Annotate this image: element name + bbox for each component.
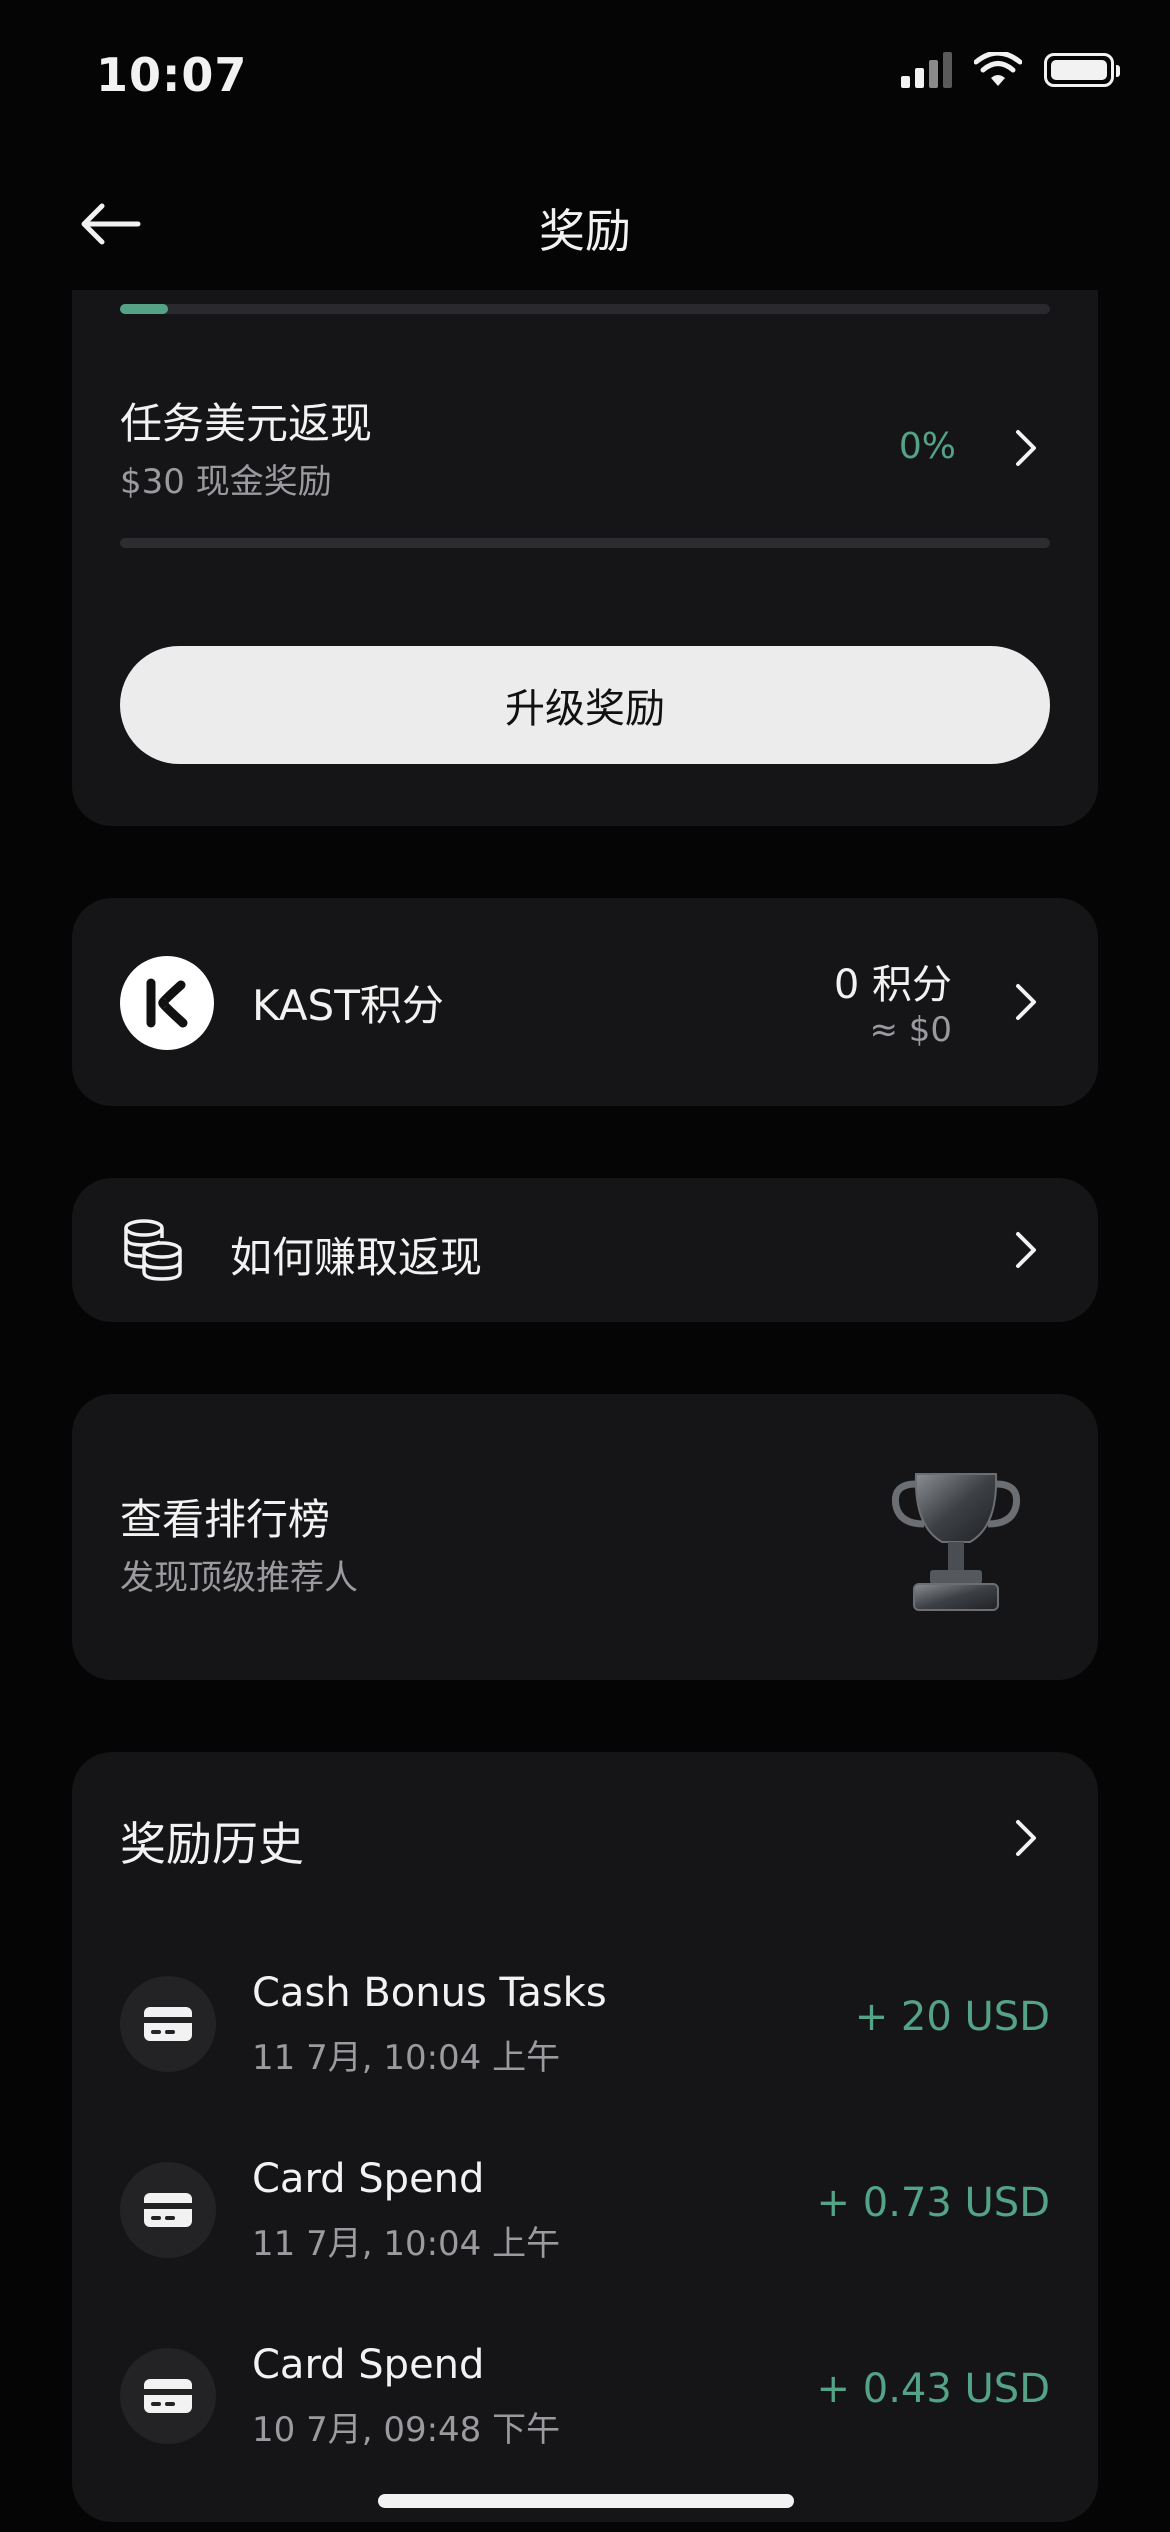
- history-item-date: 11 7月, 10:04 上午: [252, 2224, 561, 2264]
- history-item-date: 11 7月, 10:04 上午: [252, 2038, 561, 2078]
- home-indicator[interactable]: [378, 2494, 794, 2508]
- history-item-amount: + 0.73 USD: [816, 2180, 1050, 2226]
- task-percent: 0%: [898, 426, 956, 467]
- history-row[interactable]: Card Spend 11 7月, 10:04 上午 + 0.73 USD: [120, 2138, 1050, 2288]
- leaderboard-title: 查看排行榜: [120, 1495, 331, 1544]
- chevron-right-icon: [1006, 1818, 1046, 1858]
- page-title: 奖励: [539, 204, 631, 258]
- history-item-amount: + 0.43 USD: [816, 2366, 1050, 2412]
- task-progress-bar: [120, 538, 1050, 548]
- task-card: 任务美元返现 $30 现金奖励 0% 升级奖励: [72, 290, 1098, 826]
- how-to-earn-label: 如何赚取返现: [230, 1233, 483, 1282]
- history-item-title: Cash Bonus Tasks: [252, 1970, 607, 2016]
- upgrade-rewards-button[interactable]: 升级奖励: [120, 646, 1050, 764]
- how-to-earn-card[interactable]: 如何赚取返现: [72, 1178, 1098, 1322]
- trophy-icon: [891, 1473, 1021, 1611]
- task-subtitle: $30 现金奖励: [120, 462, 332, 502]
- history-item-date: 10 7月, 09:48 下午: [252, 2410, 561, 2450]
- battery-icon: [1044, 53, 1120, 87]
- history-item-amount: + 20 USD: [854, 1994, 1050, 2040]
- chevron-right-icon: [1006, 428, 1046, 468]
- wifi-icon: [974, 52, 1022, 86]
- rewards-screen: 10:07 奖励 任务美元返现 $30 现金奖励 0% 升级奖励 KAST积分 …: [0, 0, 1170, 2532]
- card-icon: [120, 1976, 216, 2072]
- card-icon: [120, 2162, 216, 2258]
- chevron-right-icon: [1006, 982, 1046, 1022]
- signal-icon: [901, 52, 952, 88]
- history-item-title: Card Spend: [252, 2156, 485, 2202]
- leaderboard-card[interactable]: 查看排行榜 发现顶级推荐人: [72, 1394, 1098, 1680]
- history-row[interactable]: Cash Bonus Tasks 11 7月, 10:04 上午 + 20 US…: [120, 1952, 1050, 2102]
- task-title: 任务美元返现: [120, 399, 373, 448]
- history-row[interactable]: Card Spend 10 7月, 09:48 下午 + 0.43 USD: [120, 2324, 1050, 2474]
- task-progress-top: [120, 304, 1050, 314]
- kast-logo-icon: [120, 956, 214, 1050]
- kast-label: KAST积分: [252, 981, 444, 1030]
- chevron-right-icon: [1006, 1230, 1046, 1270]
- reward-history-title: 奖励历史: [120, 1817, 304, 1871]
- history-item-title: Card Spend: [252, 2342, 485, 2388]
- card-icon: [120, 2348, 216, 2444]
- kast-points-card[interactable]: KAST积分 0 积分 ≈ $0: [72, 898, 1098, 1106]
- kast-points-value: 0 积分: [833, 962, 952, 1008]
- status-icons: [901, 52, 1120, 88]
- coins-stack-icon: [124, 1219, 182, 1281]
- status-time: 10:07: [96, 48, 248, 102]
- reward-history-card: 奖励历史 Cash Bonus Tasks 11 7月, 10:04 上午 + …: [72, 1752, 1098, 2522]
- leaderboard-subtitle: 发现顶级推荐人: [120, 1558, 358, 1598]
- kast-usd-value: ≈ $0: [869, 1010, 952, 1050]
